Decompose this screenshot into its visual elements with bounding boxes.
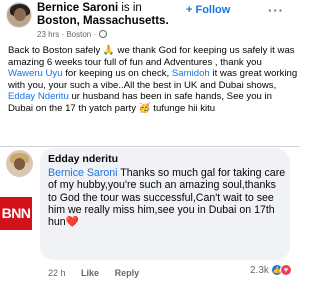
post-time[interactable]: 23 hrs xyxy=(37,30,59,39)
globe-icon xyxy=(99,30,108,38)
follow-button[interactable]: + Follow xyxy=(186,4,230,16)
post-meta: 23 hrs · Boston · xyxy=(37,30,108,40)
follow-label: Follow xyxy=(195,4,231,16)
post-text-part: for keeping us on check, xyxy=(62,68,172,80)
mention-link[interactable]: Edday Nderitu xyxy=(8,91,69,102)
location-prefix: is in xyxy=(118,2,142,14)
mention-link[interactable]: Bernice Saroni xyxy=(48,167,118,179)
post-place: Boston xyxy=(66,30,92,39)
love-icon: ♥ xyxy=(279,264,292,276)
post-location[interactable]: Boston, Massachusetts. xyxy=(37,15,169,27)
like-button[interactable]: Like xyxy=(81,268,99,278)
reaction-summary[interactable]: 2.3k 👍 ♥ xyxy=(250,264,292,276)
mention-link[interactable]: Samidoh xyxy=(172,68,210,79)
reaction-count: 2.3k xyxy=(250,264,269,276)
author-avatar[interactable] xyxy=(6,2,32,28)
commenter-avatar[interactable] xyxy=(6,150,33,177)
post-text-part: Back to Boston safely 🙏 we thank God for… xyxy=(8,45,295,68)
comment-actions: 22 h Like Reply xyxy=(48,268,152,278)
mention-link[interactable]: Waweru Uyu xyxy=(8,68,63,79)
comment-text: Bernice Saroni Thanks so much gal for ta… xyxy=(48,167,286,228)
reply-button[interactable]: Reply xyxy=(115,268,140,278)
post-card: Bernice Saroni is in Boston, Massachuset… xyxy=(0,0,300,146)
post-author-name[interactable]: Bernice Saroni xyxy=(37,2,118,14)
post-body: Back to Boston safely 🙏 we thank God for… xyxy=(8,45,298,115)
bnn-logo: BNN xyxy=(0,197,32,230)
post-header: Bernice Saroni is in Boston, Massachuset… xyxy=(37,2,187,28)
more-icon[interactable]: ··· xyxy=(268,3,284,18)
comment-time[interactable]: 22 h xyxy=(48,268,66,278)
commenter-name[interactable]: Edday nderitu xyxy=(48,153,118,165)
